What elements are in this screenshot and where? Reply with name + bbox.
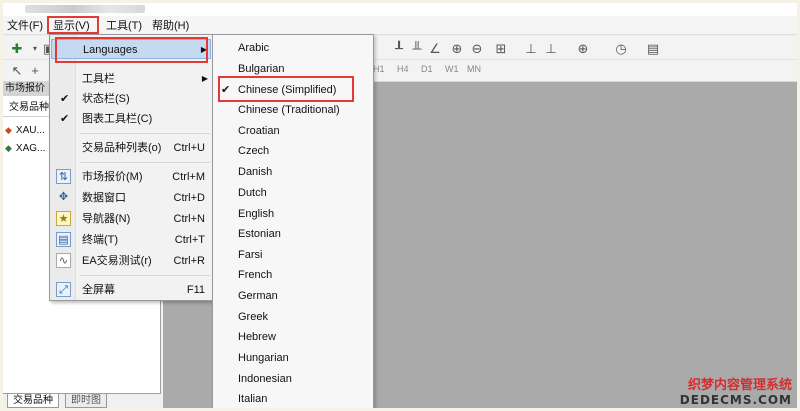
language-french[interactable]: French [238, 265, 368, 285]
site-watermark: 织梦内容管理系统 DEDECMS.COM [680, 374, 792, 407]
menu-item-label: EA交易测试(r) [82, 255, 152, 267]
menu-item-shortcut: Ctrl+M [172, 171, 205, 183]
language-hungarian[interactable]: Hungarian [238, 348, 368, 368]
languages-highlight-box [55, 37, 208, 63]
timeframe-h4[interactable]: H4 [397, 64, 409, 74]
menu-item-terminal[interactable]: ▤ 终端(T) Ctrl+T [51, 230, 211, 250]
menu-item-label: 市场报价(M) [82, 171, 143, 183]
menu-item-label: 数据窗口 [82, 192, 126, 204]
menu-tools[interactable]: 工具(T) [106, 19, 142, 33]
indicators-icon[interactable]: ⊕ [575, 41, 591, 57]
menu-item-fullscreen[interactable]: ⤢ 全屏幕 F11 [51, 280, 211, 300]
tab-tick-chart[interactable]: 即时图 [65, 394, 107, 408]
templates-icon[interactable]: ▤ [645, 41, 661, 57]
menu-item-label: 图表工具栏(C) [82, 113, 153, 125]
language-greek[interactable]: Greek [238, 307, 368, 327]
menu-item-navigator[interactable]: ★ 导航器(N) Ctrl+N [51, 209, 211, 229]
symbol-name: XAU... [15, 125, 45, 136]
language-italian[interactable]: Italian [238, 389, 368, 408]
language-farsi[interactable]: Farsi [238, 245, 368, 265]
menu-item-shortcut: Ctrl+N [173, 213, 205, 225]
menu-item-label: 终端(T) [82, 234, 119, 246]
menu-file[interactable]: 文件(F) [7, 19, 43, 33]
menu-item-data-window[interactable]: ✥ 数据窗口 Ctrl+D [51, 188, 211, 208]
language-dutch[interactable]: Dutch [238, 183, 368, 203]
menu-help[interactable]: 帮助(H) [152, 19, 189, 33]
new-chart-icon[interactable]: ✚ [9, 41, 25, 57]
title-bar [3, 3, 797, 16]
menu-separator [80, 275, 210, 276]
menu-item-label: 全屏幕 [82, 284, 115, 296]
menu-item-chart-toolbar[interactable]: ✔ 图表工具栏(C) [51, 109, 211, 129]
menu-item-status-bar[interactable]: ✔ 状态栏(S) [51, 89, 211, 109]
timeframe-w1[interactable]: W1 [445, 64, 459, 74]
menu-item-shortcut: F11 [186, 284, 205, 296]
menu-separator [80, 162, 210, 163]
menu-bar: 文件(F) 显示(V) 工具(T) 帮助(H) [3, 16, 797, 35]
symbol-name: XAG... [15, 143, 46, 154]
watermark-line2: DEDECMS.COM [679, 393, 792, 407]
submenu-arrow-icon: ▶ [201, 74, 208, 83]
language-czech[interactable]: Czech [238, 141, 368, 161]
autoscroll-icon[interactable]: ⊥ [543, 41, 559, 57]
menu-item-shortcut: Ctrl+D [173, 192, 205, 204]
timeframe-mn[interactable]: MN [467, 64, 481, 74]
zoom-out-icon[interactable]: ⊖ [469, 41, 485, 57]
symbol-row[interactable]: ◆ XAU... [5, 122, 45, 138]
candle-chart-icon[interactable]: ╨ [409, 41, 425, 57]
crosshair-data-icon: ✥ [58, 191, 69, 203]
cursor-icon[interactable]: ↖ [9, 63, 25, 79]
terminal-icon: ▤ [56, 232, 71, 247]
periods-clock-icon[interactable]: ◷ [613, 41, 629, 57]
tester-icon: ∿ [56, 253, 71, 268]
chart-shift-icon[interactable]: ⊥ [523, 41, 539, 57]
language-chinese-traditional[interactable]: Chinese (Traditional) [238, 100, 368, 120]
language-indonesian[interactable]: Indonesian [238, 369, 368, 389]
panel-tabs: 交易品种 即时图 [3, 393, 161, 408]
menu-item-label: 工具栏 [82, 73, 115, 85]
language-german[interactable]: German [238, 286, 368, 306]
fullscreen-icon: ⤢ [56, 282, 71, 297]
zoom-in-icon[interactable]: ⊕ [449, 41, 465, 57]
timeframe-d1[interactable]: D1 [421, 64, 433, 74]
language-croatian[interactable]: Croatian [238, 121, 368, 141]
line-chart-icon[interactable]: ∠ [427, 41, 443, 57]
view-dropdown-menu: Languages ▶ 工具栏 ▶ ✔ 状态栏(S) ✔ 图表工具栏(C) 交易… [49, 34, 213, 301]
menu-item-toolbars[interactable]: 工具栏 ▶ [51, 69, 211, 89]
language-danish[interactable]: Danish [238, 162, 368, 182]
check-icon: ✔ [60, 113, 70, 125]
menu-item-shortcut: Ctrl+T [174, 234, 205, 246]
tab-symbols[interactable]: 交易品种 [7, 394, 59, 408]
menu-item-symbols-list[interactable]: 交易品种列表(o) Ctrl+U [51, 138, 211, 158]
menu-item-shortcut: Ctrl+U [173, 142, 205, 154]
price-down-icon: ◆ [5, 125, 12, 135]
language-arabic[interactable]: Arabic [238, 38, 368, 58]
languages-submenu: Arabic Bulgarian ✔ Chinese (Simplified) … [212, 34, 374, 408]
view-menu-highlight-box [47, 16, 99, 34]
crosshair-icon[interactable]: + [27, 63, 43, 79]
blurred-title [25, 5, 145, 13]
symbol-row[interactable]: ◆ XAG... [5, 140, 45, 156]
price-up-icon: ◆ [5, 143, 12, 153]
navigator-star-icon: ★ [56, 211, 71, 226]
menu-item-label: 状态栏(S) [82, 93, 130, 105]
menu-item-tester[interactable]: ∿ EA交易测试(r) Ctrl+R [51, 251, 211, 271]
chinese-simplified-highlight-box [218, 76, 354, 102]
language-hebrew[interactable]: Hebrew [238, 327, 368, 347]
app-window: 文件(F) 显示(V) 工具(T) 帮助(H) ✚ ▾ ▣ ┸ ╨ ∠ ⊕ ⊖ … [3, 3, 797, 408]
market-watch-icon: ⇅ [56, 169, 71, 184]
menu-item-label: 导航器(N) [82, 213, 131, 225]
menu-item-shortcut: Ctrl+R [173, 255, 205, 267]
menu-item-market-watch[interactable]: ⇅ 市场报价(M) Ctrl+M [51, 167, 211, 187]
tile-windows-icon[interactable]: ⊞ [493, 41, 509, 57]
check-icon: ✔ [60, 93, 70, 105]
watermark-line1: 织梦内容管理系统 [687, 378, 792, 393]
timeframe-h1[interactable]: H1 [373, 64, 385, 74]
language-english[interactable]: English [238, 204, 368, 224]
language-estonian[interactable]: Estonian [238, 224, 368, 244]
menu-separator [80, 133, 210, 134]
menu-item-label: 交易品种列表(o) [82, 142, 162, 154]
bar-chart-icon[interactable]: ┸ [391, 41, 407, 57]
